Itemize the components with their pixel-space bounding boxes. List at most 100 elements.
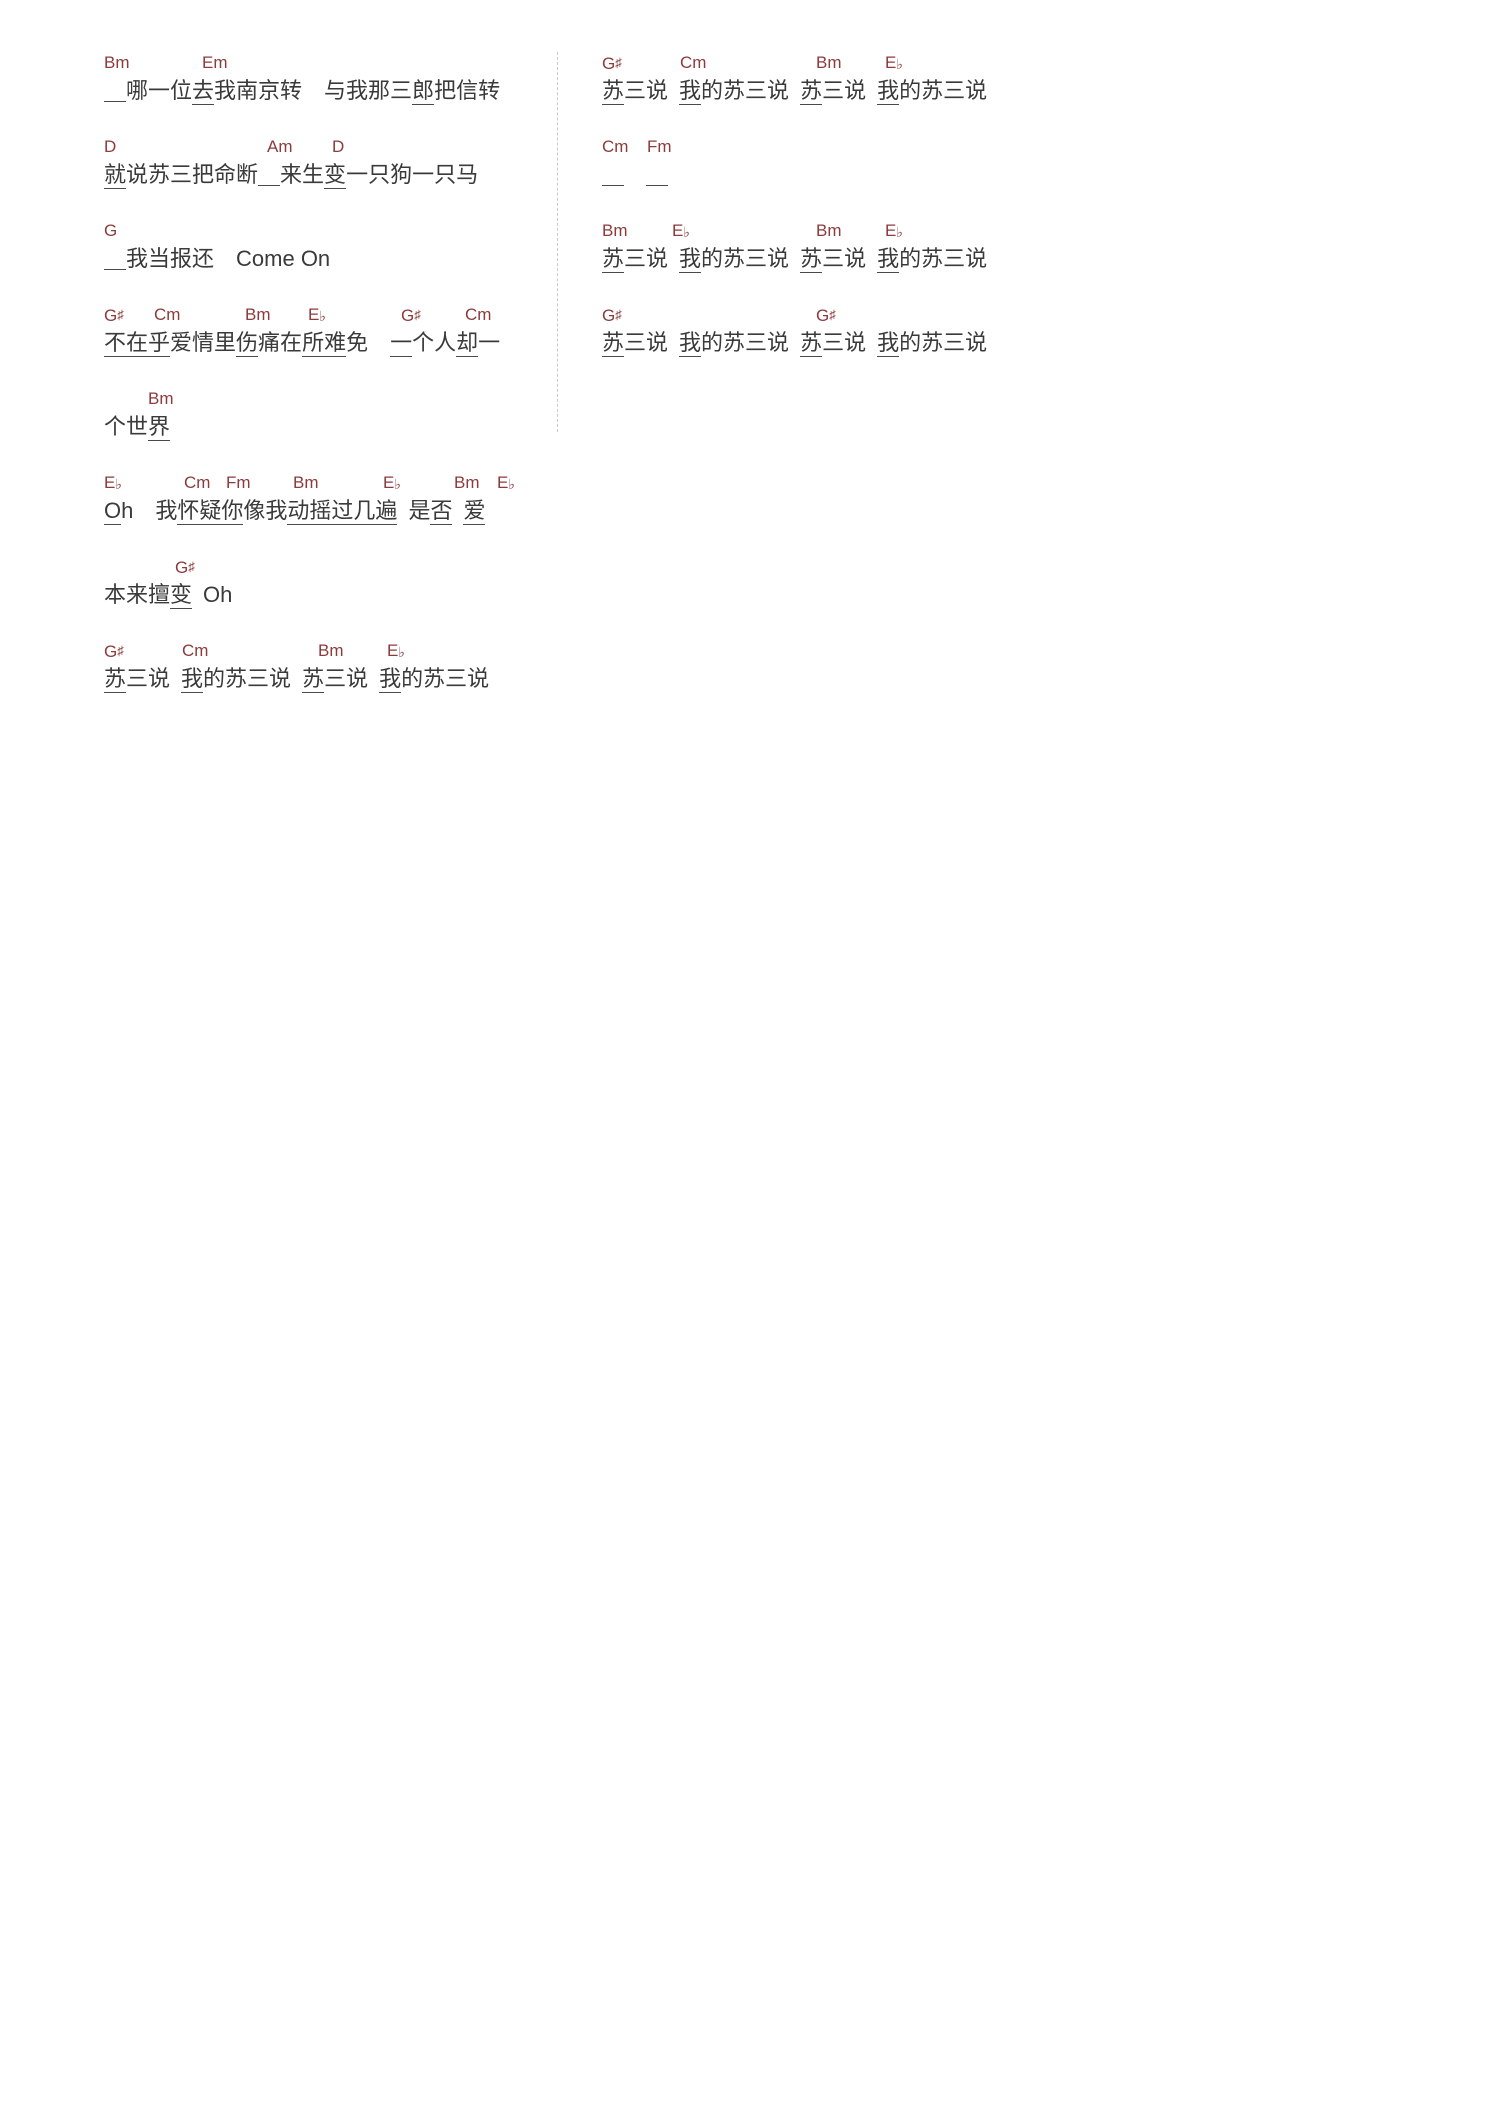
chord-symbol: E♭ [104,473,122,492]
chord-symbol: Cm [182,641,209,660]
chord-symbol: E♭ [885,221,903,240]
chord-lyric-line: D Am D 就说苏三把命断 来生变一只狗一只马 [104,136,544,192]
chorded-syllable: 伤 [236,330,259,357]
chord-symbol: Bm [293,473,319,492]
chord-symbol: E♭ [383,473,401,492]
lyric-row: 苏三说 我的苏三说 苏三说 我的苏三说 [602,246,988,273]
chord-lyric-line: E♭ Cm Fm Bm E♭ Bm E♭ Oh 我怀疑你像我动摇过几遍 是否爱 [104,472,544,528]
lyric-row: 不在乎爱情里伤痛在所难免 一个人却一 [104,330,501,357]
column-divider [557,52,558,432]
chord-row: E♭ Cm Fm Bm E♭ Bm E♭ [104,472,544,494]
chord-symbol: E♭ [672,221,690,240]
chorded-syllable: 我 [877,330,900,357]
chorded-syllable: 我 [679,330,702,357]
chorded-syllable: 我 [379,666,402,693]
chord-symbol: Bm [816,221,842,240]
lyric-row: 个世界 [104,414,171,441]
chord-row: Bm [104,388,544,410]
chorded-syllable: O [104,498,122,525]
hold-marker [104,81,126,102]
chorded-syllable: 变 [324,162,347,189]
chord-symbol: Bm [602,221,628,240]
chorded-syllable: 我 [679,78,702,105]
chorded-syllable: 苏 [602,246,625,273]
lyric-row: 苏三说 我的苏三说 苏三说 我的苏三说 [602,78,988,105]
chorded-syllable: 就 [104,162,127,189]
chord-symbol: E♭ [308,305,326,324]
chord-symbol: G♯ [104,306,124,325]
chord-lyric-line: Bm 个世界 [104,388,544,444]
chorded-syllable: 否 [430,498,453,525]
chord-lyric-line: Bm E♭ Bm E♭ 苏三说 我的苏三说 苏三说 我的苏三说 [602,220,1042,276]
hold-marker [258,165,281,186]
chord-symbol: Cm [154,305,181,324]
chord-symbol: D [332,137,345,156]
chord-sheet-page: Bm Em 哪一位去我南京转 与我那三郎把信转 D Am D 就说苏三把命断 来生变… [0,0,1500,2123]
chorded-syllable: 我 [877,246,900,273]
chorded-syllable: 一 [390,330,413,357]
chord-symbol: Cm [184,473,211,492]
chorded-syllable: 我 [181,666,204,693]
chorded-syllable: 苏 [800,330,823,357]
chord-symbol: E♭ [885,53,903,72]
chord-row: Bm E♭ Bm E♭ [602,220,1042,242]
chord-symbol: Bm [245,305,271,324]
lyric-row [602,158,1042,192]
chord-row: G♯ G♯ [602,304,1042,326]
chorded-syllable: 所难 [302,330,347,357]
chord-row: Bm Em [104,52,544,74]
lyric-row: 苏三说 我的苏三说 苏三说 我的苏三说 [602,330,988,357]
chord-symbol: Cm [602,137,629,156]
hold-marker [646,165,668,186]
chorded-syllable: 却 [456,330,479,357]
chord-symbol: Bm [816,53,842,72]
chorded-syllable: 界 [148,414,171,441]
lyric-row: 本来擅变 Oh [104,582,233,609]
chord-symbol: E♭ [387,641,405,660]
chorded-syllable: 郎 [412,78,435,105]
chord-symbol: G♯ [401,306,421,325]
chorded-syllable: 去 [192,78,215,105]
chord-symbol: G♯ [104,642,124,661]
lyric-row: 就说苏三把命断 来生变一只狗一只马 [104,162,479,189]
chorded-syllable: 爱 [463,498,486,525]
chord-symbol: G♯ [602,54,622,73]
lyric-row: 哪一位去我南京转 与我那三郎把信转 [104,74,544,108]
chorded-syllable: 苏 [602,78,625,105]
chord-symbol: Em [202,53,228,72]
chorded-syllable: 苏 [104,666,127,693]
chord-row: D Am D [104,136,544,158]
chord-row: G♯ Cm Bm E♭ [104,640,544,662]
right-column: G♯ Cm Bm E♭ 苏三说 我的苏三说 苏三说 我的苏三说 Cm Fm Bm E♭… [602,52,1042,388]
chord-lyric-line: G♯ G♯ 苏三说 我的苏三说 苏三说 我的苏三说 [602,304,1042,360]
chorded-syllable: 变 [170,582,193,609]
chord-symbol: Bm [104,53,130,72]
chorded-syllable: 苏 [800,246,823,273]
chord-lyric-line: G♯ Cm Bm E♭ 苏三说 我的苏三说 苏三说 我的苏三说 [602,52,1042,108]
chorded-syllable: 苏 [800,78,823,105]
chorded-syllable: 怀疑你 [177,498,244,525]
chorded-syllable: 不在乎 [104,330,171,357]
chorded-syllable: 苏 [302,666,325,693]
chord-symbol: Fm [647,137,672,156]
chorded-syllable: 动摇过几遍 [287,498,398,525]
chord-row: G [104,220,544,242]
chord-symbol: Bm [148,389,174,408]
chord-symbol: D [104,137,117,156]
chord-row: G♯ Cm Bm E♭ [602,52,1042,74]
chord-lyric-line: G 我当报还 Come On [104,220,544,276]
chord-row: Cm Fm [602,136,1042,158]
chorded-syllable: 苏 [602,330,625,357]
lyric-row: Oh 我怀疑你像我动摇过几遍 是否爱 [104,498,486,525]
chord-symbol: G♯ [175,558,195,577]
chord-symbol: Cm [680,53,707,72]
hold-marker [602,165,624,186]
chord-symbol: Fm [226,473,251,492]
chord-row: G♯ [104,556,544,578]
left-column: Bm Em 哪一位去我南京转 与我那三郎把信转 D Am D 就说苏三把命断 来生变… [104,52,544,724]
chord-symbol: G [104,221,118,240]
chord-symbol: E♭ [497,473,515,492]
hold-marker [104,249,126,270]
chord-lyric-line: G♯ Cm Bm E♭ G♯ Cm 不在乎爱情里伤痛在所难免 一个人却一 [104,304,544,360]
chorded-syllable: 我 [877,78,900,105]
